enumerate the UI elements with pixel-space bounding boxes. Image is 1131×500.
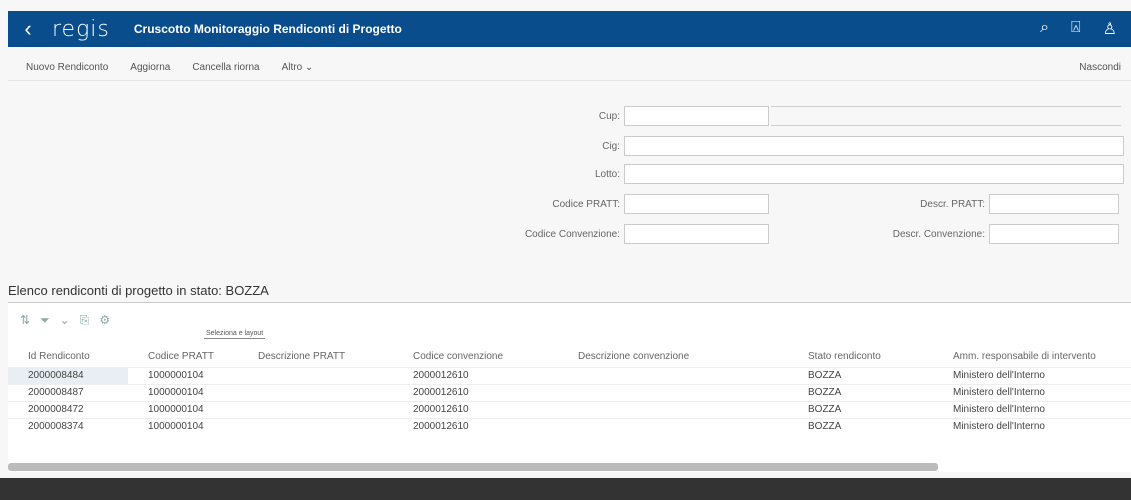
cell-convention-code: 2000012610 (393, 400, 558, 418)
search-icon[interactable]: ⌕ (1040, 19, 1049, 39)
cell-status: BOZZA (788, 383, 933, 401)
convention-code-label: Codice Convenzione: (524, 228, 620, 240)
more-label: Altro (281, 62, 303, 73)
cell-convention-code: 2000012610 (393, 383, 558, 401)
app-title: Cruscotto Monitoraggio Rendiconti di Pro… (133, 22, 402, 36)
cell-convention-descr (558, 400, 788, 418)
cell-convention-descr (558, 417, 788, 435)
footer-bar (0, 478, 1131, 500)
col-admin[interactable]: Amm. responsabile di intervento (933, 347, 1131, 367)
table-header-row: Id Rendiconto Codice PRATT Descrizione P… (8, 347, 1131, 367)
cell-pratt-descr (238, 383, 393, 401)
user-icon[interactable]: ♙ (1103, 19, 1117, 39)
back-button[interactable]: ‹ (8, 11, 48, 47)
app-logo: regis (52, 16, 110, 42)
table-row[interactable]: 2000008487 1000000104 2000012610 BOZZA M… (8, 383, 1131, 401)
convention-code-input[interactable] (624, 224, 769, 244)
cell-status: BOZZA (788, 417, 933, 435)
pratt-descr-label: Descr. PRATT: (920, 198, 985, 210)
export-icon[interactable]: ⎘ (80, 313, 90, 328)
cell-pratt-code: 1000000104 (128, 400, 238, 418)
chevron-left-icon: ‹ (24, 16, 32, 41)
bell-icon[interactable]: ⍓ (1071, 19, 1081, 39)
more-menu-button[interactable]: Altro ⌄ (282, 62, 314, 73)
action-toolbar: Nuovo Rendiconto Aggiorna Cancella riorn… (8, 55, 1131, 81)
table-row[interactable]: 2000008374 1000000104 2000012610 BOZZA M… (8, 417, 1131, 435)
sort-icon[interactable]: ⇅ (20, 313, 30, 328)
col-pratt-code[interactable]: Codice PRATT (128, 347, 238, 367)
cell-convention-code: 2000012610 (393, 366, 558, 384)
report-table-panel: ⇅ ⏷ ⌄ ⎘ ⚙ Seleziona e layout Id Rendicon… (8, 302, 1131, 472)
refresh-button[interactable]: Aggiorna (130, 62, 170, 73)
layout-tooltip: Seleziona e layout (204, 329, 266, 339)
cell-convention-descr (558, 383, 788, 401)
cell-pratt-descr (238, 366, 393, 384)
lotto-label: Lotto: (594, 168, 620, 180)
col-convention-code[interactable]: Codice convenzione (393, 347, 558, 367)
app-shell: ‹ regis Cruscotto Monitoraggio Rendicont… (0, 0, 1131, 500)
cig-label: Cig: (602, 140, 620, 152)
convention-descr-label: Descr. Convenzione: (892, 228, 985, 240)
cell-status: BOZZA (788, 366, 933, 384)
table-row[interactable]: 2000008484 1000000104 2000012610 BOZZA M… (8, 366, 1131, 384)
cell-pratt-descr (238, 417, 393, 435)
table-title: Elenco rendiconti di progetto in stato: … (8, 283, 269, 298)
cell-admin: Ministero dell'Interno (933, 383, 1131, 401)
convention-descr-input[interactable] (989, 224, 1119, 244)
pratt-code-input[interactable] (624, 194, 769, 214)
col-pratt-descr[interactable]: Descrizione PRATT (238, 347, 393, 367)
table-row[interactable]: 2000008472 1000000104 2000012610 BOZZA M… (8, 400, 1131, 418)
clear-button[interactable]: Cancella riorna (192, 62, 259, 73)
cell-pratt-code: 1000000104 (128, 383, 238, 401)
cup-input[interactable] (624, 106, 769, 126)
col-status[interactable]: Stato rendiconto (788, 347, 933, 367)
cell-id: 2000008484 (8, 366, 128, 384)
cell-pratt-descr (238, 400, 393, 418)
cell-admin: Ministero dell'Interno (933, 417, 1131, 435)
filter-menu-icon[interactable]: ⌄ (60, 313, 70, 328)
table-toolbar: ⇅ ⏷ ⌄ ⎘ ⚙ (20, 313, 110, 328)
cell-pratt-code: 1000000104 (128, 366, 238, 384)
cig-input[interactable] (624, 136, 1124, 156)
reports-table: Id Rendiconto Codice PRATT Descrizione P… (8, 347, 1131, 435)
hide-filters-button[interactable]: Nascondi (1079, 62, 1121, 73)
filter-icon[interactable]: ⏷ (40, 313, 50, 328)
cell-id: 2000008374 (8, 417, 128, 435)
pratt-descr-input[interactable] (989, 194, 1119, 214)
col-id[interactable]: Id Rendiconto (8, 347, 128, 367)
cell-convention-code: 2000012610 (393, 417, 558, 435)
cell-admin: Ministero dell'Interno (933, 366, 1131, 384)
cell-status: BOZZA (788, 400, 933, 418)
cup-label: Cup: (598, 110, 620, 122)
pratt-code-label: Codice PRATT: (552, 198, 620, 210)
settings-icon[interactable]: ⚙ (99, 313, 110, 328)
col-convention-descr[interactable]: Descrizione convenzione (558, 347, 788, 367)
cup-input-extension (771, 106, 1121, 126)
cell-pratt-code: 1000000104 (128, 417, 238, 435)
lotto-input[interactable] (624, 164, 1124, 184)
header-bar: ‹ regis Cruscotto Monitoraggio Rendicont… (8, 11, 1131, 47)
filter-form: Cup: Cig: Lotto: Codice PRATT: Codice Co… (0, 88, 1131, 268)
horizontal-scrollbar[interactable] (8, 463, 938, 471)
cell-admin: Ministero dell'Interno (933, 400, 1131, 418)
cell-convention-descr (558, 366, 788, 384)
cell-id: 2000008472 (8, 400, 128, 418)
cell-id: 2000008487 (8, 383, 128, 401)
new-report-button[interactable]: Nuovo Rendiconto (26, 62, 108, 73)
